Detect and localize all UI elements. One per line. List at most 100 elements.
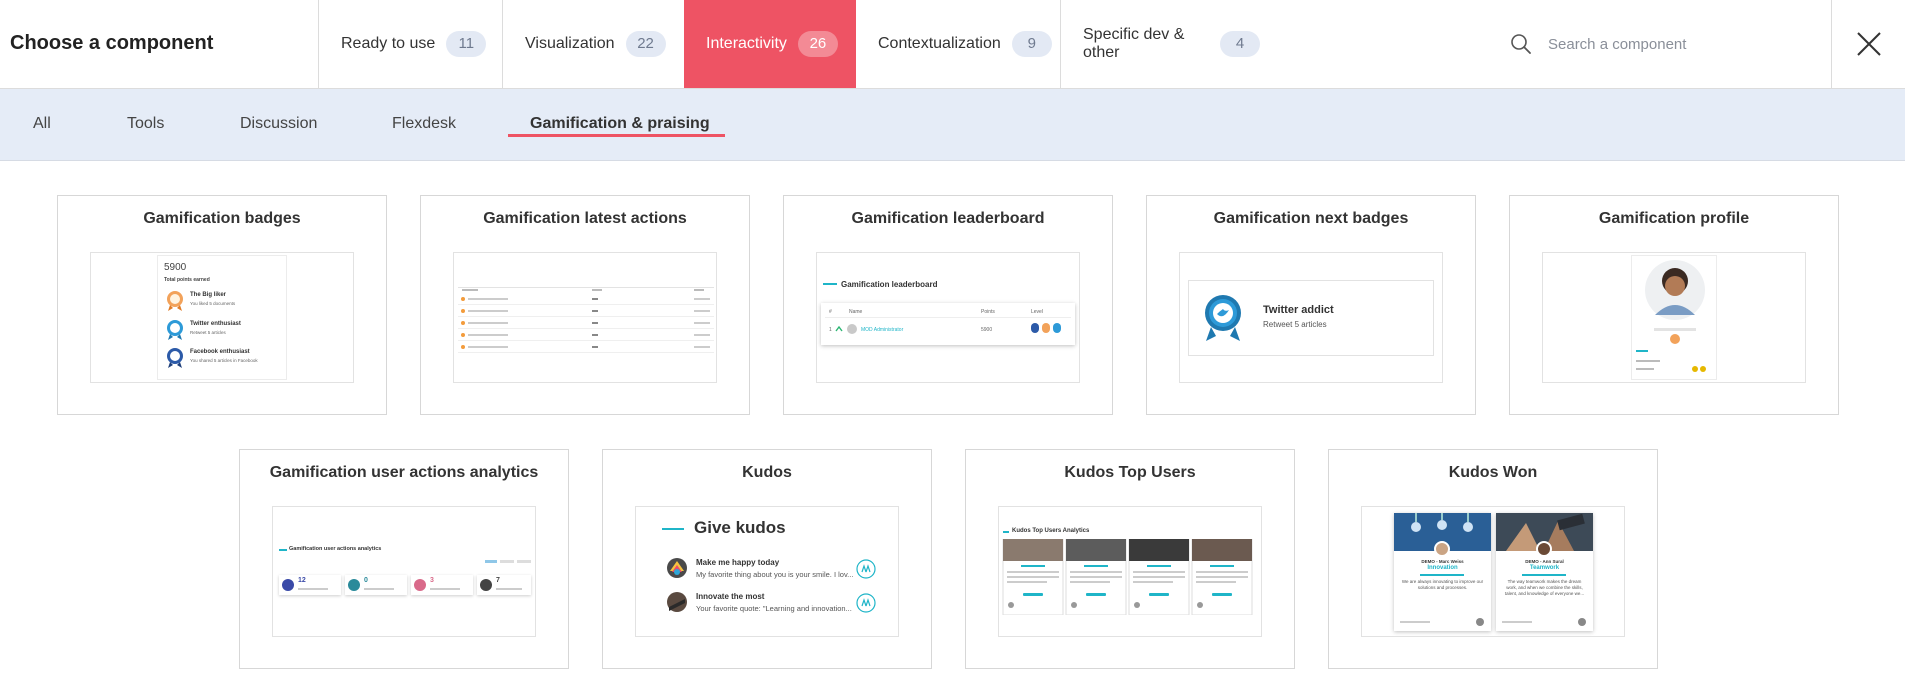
tab-count-badge: 22 xyxy=(625,31,666,57)
badge-name: The Big liker xyxy=(190,292,227,298)
top-users-cards-preview xyxy=(1002,539,1253,615)
component-card-gamification-user-actions-analytics[interactable]: Gamification user actions analytics Gami… xyxy=(239,449,569,669)
component-card-gamification-leaderboard[interactable]: Gamification leaderboard Gamification le… xyxy=(783,195,1113,415)
search-input[interactable] xyxy=(1548,30,1798,58)
page-title: Choose a component xyxy=(10,32,214,54)
component-card-gamification-next-badges[interactable]: Gamification next badges Twitter addict … xyxy=(1146,195,1476,415)
tab-interactivity[interactable]: Interactivity 26 xyxy=(684,0,856,88)
badge-desc: Retweet 5 articles xyxy=(190,330,226,335)
card-preview xyxy=(453,252,717,383)
component-card-kudos-top-users[interactable]: Kudos Top Users Kudos Top Users Analytic… xyxy=(965,449,1295,669)
header-bar: Choose a component Ready to use 11 Visua… xyxy=(0,0,1905,89)
search-icon[interactable] xyxy=(1510,33,1532,55)
preview-title: Kudos Top Users Analytics xyxy=(1012,528,1090,534)
col-rank: # xyxy=(829,309,832,315)
stat-value: 3 xyxy=(430,577,434,584)
kudos-won-text: We are always innovating to improve our … xyxy=(1401,579,1484,590)
card-title: Gamification next badges xyxy=(1213,210,1409,227)
give-kudos-icon[interactable] xyxy=(856,593,876,613)
badge-name: Twitter enthusiast xyxy=(190,321,241,327)
badge-facebook-icon xyxy=(167,348,183,368)
tab-contextualization[interactable]: Contextualization 9 xyxy=(856,0,1060,88)
card-title: Gamification profile xyxy=(1598,210,1750,227)
tab-visualization[interactable]: Visualization 22 xyxy=(502,0,684,88)
subtab-discussion[interactable]: Discussion xyxy=(240,115,317,133)
col-level: Level xyxy=(1031,309,1043,315)
preview-badge-desc: Retweet 5 articles xyxy=(1263,320,1327,329)
tab-label: Ready to use xyxy=(341,35,436,52)
component-card-kudos[interactable]: Kudos Give kudos Make me happy today My … xyxy=(602,449,932,669)
avatar xyxy=(1434,541,1450,557)
latest-actions-table-preview xyxy=(458,287,714,353)
kudos-won-tag: Innovation xyxy=(1427,565,1458,571)
tab-count-badge: 4 xyxy=(1220,31,1260,57)
tab-ready-to-use[interactable]: Ready to use 11 xyxy=(318,0,502,88)
card-title: Gamification latest actions xyxy=(483,210,687,227)
stat-icon xyxy=(348,579,360,591)
card-title: Gamification leaderboard xyxy=(851,210,1045,227)
tab-count-badge: 11 xyxy=(446,31,487,57)
card-title: Kudos Top Users xyxy=(1064,464,1196,481)
card-preview: Gamification user actions analytics 12 0… xyxy=(272,506,536,637)
kudos-won-name: DEMO - Marc Weiss xyxy=(1421,559,1464,564)
tab-label: Interactivity xyxy=(706,35,787,52)
level-badge-icon xyxy=(1031,323,1039,333)
kudos-won-tag: Teamwork xyxy=(1529,565,1560,571)
component-card-gamification-profile[interactable]: Gamification profile xyxy=(1509,195,1839,415)
component-card-gamification-latest-actions[interactable]: Gamification latest actions xyxy=(420,195,750,415)
kudos-avatar xyxy=(667,592,687,612)
badge-desc: You shared 5 articles in Facebook xyxy=(190,358,258,363)
avatar xyxy=(847,324,857,334)
preview-title: Gamification leaderboard xyxy=(841,280,938,289)
card-title: Kudos xyxy=(742,464,792,481)
tab-count-badge: 26 xyxy=(797,31,838,57)
badge-name: Facebook enthusiast xyxy=(190,349,250,355)
kudos-avatar xyxy=(667,558,687,578)
card-preview: Kudos Top Users Analytics xyxy=(998,506,1262,637)
give-kudos-icon[interactable] xyxy=(856,559,876,579)
twitter-badge-icon xyxy=(1205,295,1241,341)
stat-icon xyxy=(480,579,492,591)
component-card-kudos-won[interactable]: Kudos Won DEMO - Marc Weiss Innovation W… xyxy=(1328,449,1658,669)
card-preview: Give kudos Make me happy today My favori… xyxy=(635,506,899,637)
row-points: 5900 xyxy=(981,327,993,333)
row-rank: 1 xyxy=(829,327,832,333)
tab-specific-dev[interactable]: Specific dev & other 4 xyxy=(1060,0,1260,88)
card-title: Gamification user actions analytics xyxy=(269,464,539,481)
card-title: Kudos Won xyxy=(1448,464,1538,481)
close-button[interactable] xyxy=(1831,0,1905,88)
preview-points: 5900 xyxy=(164,262,187,273)
badge-twitter-icon xyxy=(167,320,183,340)
profile-badge-icon xyxy=(1670,334,1680,344)
tab-label: Contextualization xyxy=(878,35,1001,52)
preview-title: Gamification user actions analytics xyxy=(289,546,382,552)
card-preview xyxy=(1542,252,1806,383)
subtab-tools[interactable]: Tools xyxy=(127,115,164,133)
subcategory-nav: All Tools Discussion Flexdesk Gamificati… xyxy=(0,89,1905,161)
kudos-item-title: Innovate the most xyxy=(696,592,765,601)
stat-value: 12 xyxy=(298,577,306,584)
stat-icon xyxy=(414,579,426,591)
stat-icon xyxy=(282,579,294,591)
level-badge-icon xyxy=(1042,323,1050,333)
badge-like-icon xyxy=(167,291,183,311)
component-card-gamification-badges[interactable]: Gamification badges 5900 Total points ea… xyxy=(57,195,387,415)
row-name: MOD Administrator xyxy=(861,327,904,333)
card-preview: Gamification leaderboard # Name Points L… xyxy=(816,252,1080,383)
stat-value: 7 xyxy=(496,577,500,584)
card-preview: Twitter addict Retweet 5 articles xyxy=(1179,252,1443,383)
subtab-flexdesk[interactable]: Flexdesk xyxy=(392,115,456,133)
stat-value: 0 xyxy=(364,577,368,584)
subtab-all[interactable]: All xyxy=(33,115,51,133)
col-points: Points xyxy=(981,309,995,315)
active-subtab-underline xyxy=(508,134,725,137)
tab-count-badge: 9 xyxy=(1011,31,1052,57)
subtab-gamification-praising[interactable]: Gamification & praising xyxy=(530,115,710,133)
rank-up-icon xyxy=(835,326,843,332)
tab-label: Specific dev & other xyxy=(1083,26,1185,61)
card-preview: 5900 Total points earned The Big liker Y… xyxy=(90,252,354,383)
level-badge-icon xyxy=(1053,323,1061,333)
avatar xyxy=(1536,541,1552,557)
card-title: Gamification badges xyxy=(143,210,301,227)
tab-label: Visualization xyxy=(525,35,615,52)
